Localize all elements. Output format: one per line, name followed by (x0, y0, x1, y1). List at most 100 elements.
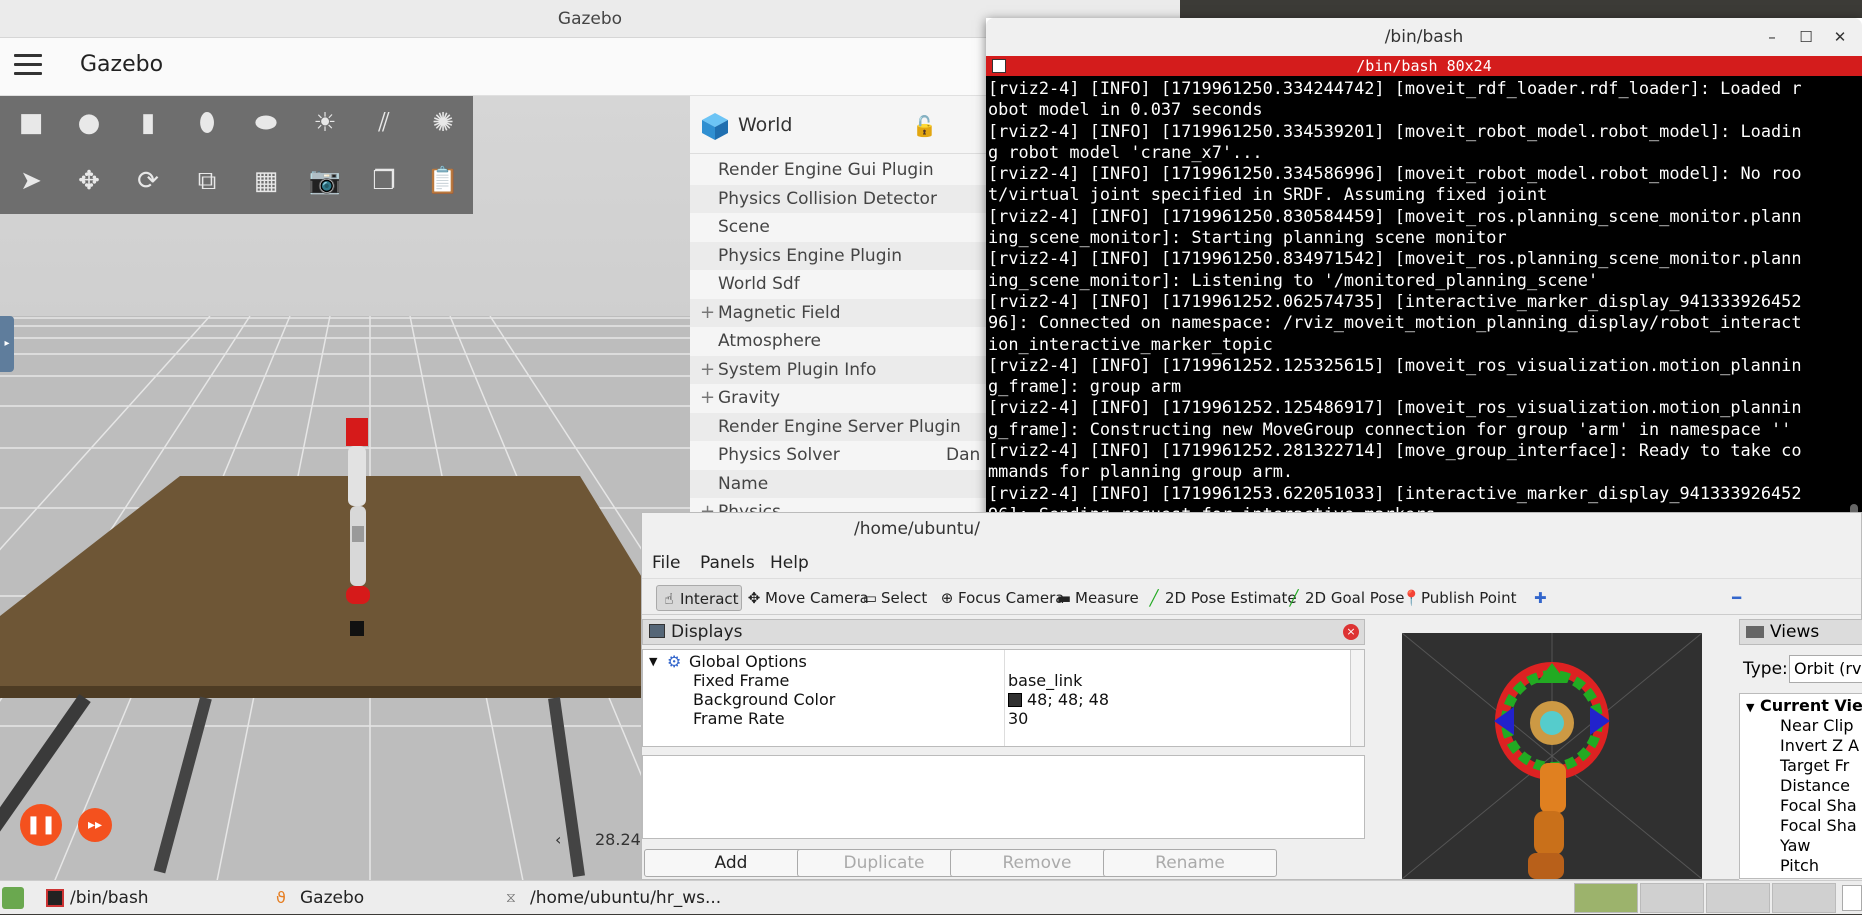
add-tool-button[interactable]: ✚ (1530, 585, 1547, 611)
trash-icon[interactable] (1842, 885, 1862, 911)
menu-help[interactable]: Help (770, 553, 809, 573)
tool-label: Measure (1075, 589, 1139, 607)
terminal-line: mmands for planning group arm. (988, 461, 1294, 482)
workspace-2[interactable] (1640, 883, 1704, 913)
close-button[interactable]: ✕ (1830, 27, 1850, 47)
color-swatch[interactable] (1008, 693, 1022, 707)
cylinder-shape-icon[interactable]: ▮ (131, 106, 165, 140)
task-rviz[interactable]: ⧖ /home/ubuntu/hr_ws... (500, 881, 721, 915)
terminal-line: [rviz2-4] [INFO] [1719961250.334244742] … (988, 78, 1802, 98)
task-terminal[interactable]: /bin/bash (40, 881, 149, 915)
views-property-tree[interactable]: ▼ Current View Near ClipInvert Z ATarget… (1739, 693, 1862, 879)
menu-panels[interactable]: Panels (700, 553, 755, 573)
entity-tree-item-label: Magnetic Field (718, 302, 841, 323)
paste-icon[interactable]: 📋 (426, 164, 460, 198)
property-value[interactable]: 30 (1008, 708, 1028, 730)
tool-2d-pose-estimate[interactable]: ╱ 2D Pose Estimate (1142, 585, 1296, 611)
view-property-row[interactable]: Target Fr (1780, 756, 1849, 776)
tool-label: Select (881, 589, 928, 607)
robot-arm-model[interactable] (330, 396, 380, 636)
view-property-row[interactable]: Yaw (1780, 836, 1810, 856)
maximize-button[interactable]: ☐ (1796, 27, 1816, 47)
terminal-titlebar[interactable]: /bin/bash – ☐ ✕ (986, 18, 1862, 56)
gazebo-icon: ϑ (276, 888, 286, 907)
chevron-down-icon[interactable]: ▼ (1746, 701, 1754, 714)
step-forward-button[interactable]: ▸▸ (78, 808, 112, 842)
minimize-button[interactable]: – (1762, 27, 1782, 47)
view-property-row[interactable]: Invert Z A (1780, 736, 1859, 756)
workspace-pager[interactable] (1574, 883, 1838, 913)
terminal-line: [rviz2-4] [INFO] [1719961252.062574735] … (988, 290, 1802, 311)
expand-plus-icon[interactable]: + (700, 299, 715, 327)
tool-move-camera[interactable]: ✥ Move Camera (742, 585, 869, 611)
tool-publish-point[interactable]: 📍Publish Point (1398, 585, 1516, 611)
properties-scrollbar[interactable] (1350, 650, 1364, 746)
copy-icon[interactable]: ❐ (367, 164, 401, 198)
view-type-select[interactable]: Orbit (rv (1789, 655, 1862, 683)
box-shape-icon[interactable]: ■ (14, 106, 48, 140)
current-view-row[interactable]: ▼ Current View (1746, 696, 1862, 716)
gazebo-app-title: Gazebo (80, 52, 164, 77)
terminal-tab[interactable]: /bin/bash 80x24 (986, 56, 1862, 76)
rviz-icon: ⧖ (506, 890, 516, 906)
tool-measure[interactable]: ▬ Measure (1052, 585, 1139, 611)
view-property-row[interactable]: Distance (1780, 776, 1850, 796)
grid-snap-icon[interactable]: ▦ (249, 164, 283, 198)
entity-tree-item-label: Physics Engine Plugin (718, 245, 902, 266)
view-property-row[interactable]: Pitch (1780, 856, 1819, 876)
scene-3d-viewport[interactable]: ■ ● ▮ ⬮ ⬬ ☀ ⫽ ✺ ➤ ✥ ⟳ ⧉ ▦ 📷 ❐ 📋 ▸ ❚❚ ▸▸ … (0, 96, 690, 880)
terminal-title: /bin/bash (1384, 27, 1464, 47)
add-display-button[interactable]: Add (644, 849, 818, 877)
directional-light-icon[interactable]: ⫽ (367, 106, 401, 140)
sim-time-readout: 28.24 (595, 830, 641, 849)
rotate-icon[interactable]: ⟳ (131, 164, 165, 198)
expand-plus-icon[interactable]: + (700, 384, 715, 412)
select-arrow-icon[interactable]: ➤ (14, 164, 48, 198)
tool-focus-camera[interactable]: ⊕ Focus Camera (935, 585, 1065, 611)
capsule-shape-icon[interactable]: ⬮ (190, 106, 224, 140)
task-gazebo[interactable]: ϑ Gazebo (270, 881, 364, 915)
property-row[interactable]: Frame Rate 30 (643, 708, 1348, 730)
tool-select[interactable]: ▭ Select (858, 585, 927, 611)
view-property-row[interactable]: Near Clip (1780, 716, 1854, 736)
property-description (642, 755, 1365, 839)
start-menu-icon[interactable] (2, 887, 24, 909)
duplicate-display-button[interactable]: Duplicate (797, 849, 971, 877)
screenshot-camera-icon[interactable]: 📷 (308, 164, 342, 198)
side-panel-handle[interactable]: ▸ (0, 316, 14, 372)
spot-light-icon[interactable]: ✺ (426, 106, 460, 140)
display-properties-tree[interactable]: ▼ ⚙ Global Options Fixed Frame base_link B… (642, 649, 1365, 747)
view-property-row[interactable]: Focal Sha (1780, 816, 1857, 836)
point-light-icon[interactable]: ☀ (308, 106, 342, 140)
property-value-text: 48; 48; 48 (1027, 690, 1110, 709)
menu-file[interactable]: File (652, 553, 680, 573)
remove-display-button[interactable]: Remove (950, 849, 1124, 877)
tool-interact[interactable]: ☝ Interact (656, 585, 742, 611)
terminal-line: [rviz2-4] [INFO] [1719961253.622051033] … (988, 482, 1802, 503)
expand-plus-icon[interactable]: + (700, 356, 715, 384)
workspace-4[interactable] (1772, 883, 1836, 913)
terminal-tab-title: /bin/bash 80x24 (1356, 57, 1492, 75)
views-header: Views (1739, 619, 1862, 645)
hamburger-menu-icon[interactable] (14, 54, 42, 78)
workspace-3[interactable] (1706, 883, 1770, 913)
translate-icon[interactable]: ✥ (72, 164, 106, 198)
ellipsoid-shape-icon[interactable]: ⬬ (249, 106, 283, 140)
workspace-1[interactable] (1574, 883, 1638, 913)
taskbar: /bin/bash ϑ Gazebo ⧖ /home/ubuntu/hr_ws.… (0, 880, 1862, 914)
rename-display-button[interactable]: Rename (1103, 849, 1277, 877)
view-property-row[interactable]: Focal Sha (1780, 796, 1857, 816)
transform-control-icon[interactable]: ⧉ (190, 164, 224, 198)
lock-icon[interactable]: 🔓 (912, 114, 937, 138)
move-camera-icon: ✥ (747, 589, 761, 607)
pause-button[interactable]: ❚❚ (20, 804, 62, 846)
tool-2d-goal-pose[interactable]: ╱ 2D Goal Pose (1282, 585, 1404, 611)
rviz-3d-render-view[interactable] (1402, 633, 1702, 879)
remove-tool-button[interactable]: ━ (1728, 585, 1741, 611)
entity-tree-item-label: World Sdf (718, 274, 800, 294)
sphere-shape-icon[interactable]: ● (72, 106, 106, 140)
close-icon[interactable]: × (1343, 624, 1359, 640)
chevron-left-icon[interactable]: ‹ (555, 830, 561, 849)
goal-pose-icon: ╱ (1289, 589, 1299, 607)
rviz-titlebar[interactable]: /home/ubuntu/ (642, 513, 1861, 547)
